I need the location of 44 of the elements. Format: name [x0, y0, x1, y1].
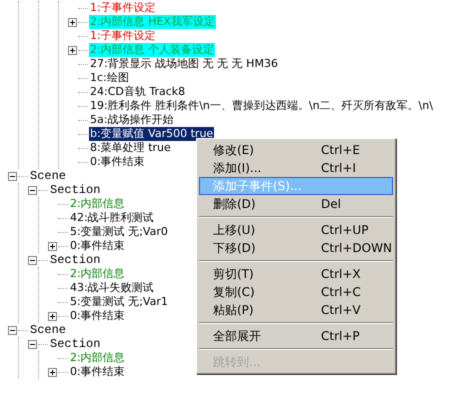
collapse-toggle-icon[interactable] — [28, 340, 37, 348]
tree-item[interactable]: 24:CD音轨 Track8 — [89, 85, 186, 99]
tree-item[interactable]: 5:变量测试 无;Var1 — [69, 295, 169, 309]
expand-toggle-icon[interactable] — [48, 312, 57, 320]
menu-item[interactable]: 下移(D) Ctrl+DOWN — [199, 239, 393, 257]
tree-item[interactable]: 2:内部信息 — [69, 267, 126, 281]
collapse-toggle-icon[interactable] — [8, 326, 17, 334]
menu-item[interactable]: 添加(I)... Ctrl+I — [199, 159, 393, 177]
tree-item[interactable]: 19:胜利条件 胜利条件\n一、曹操到达西端。\n二、歼灭所有敌军。\n\ — [89, 99, 434, 113]
tree-item[interactable]: 0:事件结束 — [69, 365, 126, 379]
tree-group-node[interactable]: Scene — [29, 323, 68, 337]
tree-item[interactable]: 8:菜单处理 true — [89, 141, 172, 155]
tree-group-node[interactable]: Section — [49, 183, 102, 197]
tree-item[interactable]: 0:事件结束 — [69, 309, 126, 323]
expand-toggle-icon[interactable] — [48, 368, 57, 376]
menu-item[interactable]: 修改(E) Ctrl+E — [199, 141, 393, 159]
tree-item[interactable]: b:变量赋值 Var500 true — [89, 127, 214, 141]
menu-item[interactable]: 删除(D) Del — [199, 195, 393, 213]
menu-item[interactable]: 剪切(T) Ctrl+X — [199, 265, 393, 283]
tree-item[interactable]: 1:子事件设定 — [89, 1, 157, 15]
tree-item[interactable]: 0:事件结束 — [69, 239, 126, 253]
expand-toggle-icon[interactable] — [48, 242, 57, 250]
tree-item[interactable]: 0:事件结束 — [89, 155, 146, 169]
expand-toggle-icon[interactable] — [68, 18, 77, 26]
collapse-toggle-icon[interactable] — [28, 186, 37, 194]
menu-item[interactable]: 上移(U) Ctrl+UP — [199, 221, 393, 239]
collapse-toggle-icon[interactable] — [8, 172, 17, 180]
tree-item[interactable]: 5a:战场操作开始 — [89, 113, 174, 127]
tree-group-node[interactable]: Section — [49, 253, 102, 267]
tree-item[interactable]: 2:内部信息 — [69, 351, 126, 365]
collapse-toggle-icon[interactable] — [28, 256, 37, 264]
tree-item[interactable]: 1:子事件设定 — [89, 29, 157, 43]
tree-group-node[interactable]: Section — [49, 337, 102, 351]
menu-item[interactable]: 全部展开 Ctrl+P — [199, 327, 393, 345]
menu-item[interactable]: 复制(C) Ctrl+C — [199, 283, 393, 301]
tree-item[interactable]: 43:战斗失败测试 — [69, 281, 155, 295]
menu-item[interactable]: 粘贴(P) Ctrl+V — [199, 301, 393, 319]
tree-item[interactable]: 5:变量测试 无;Var0 — [69, 225, 169, 239]
expand-toggle-icon[interactable] — [68, 46, 77, 54]
tree-item[interactable]: 42:战斗胜利测试 — [69, 211, 155, 225]
tree-item[interactable]: 1c:绘图 — [89, 71, 130, 85]
tree-item[interactable]: 2:内部信息 — [69, 197, 126, 211]
tree-item[interactable]: 27:背景显示 战场地图 无 无 无 HM36 — [89, 57, 279, 71]
tree-group-node[interactable]: Scene — [29, 169, 68, 183]
